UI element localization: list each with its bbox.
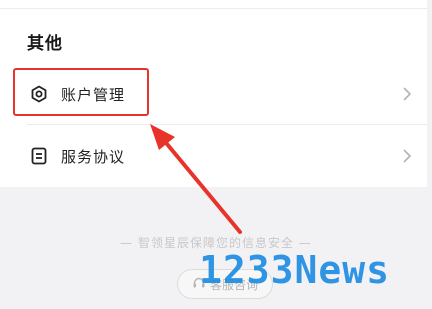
account-management-label: 账户管理 <box>61 85 126 104</box>
watermark: 1233News <box>199 248 391 292</box>
service-agreement-item[interactable]: 服务协议 <box>0 126 427 186</box>
settings-screen: 其他 账户管理 服务协议 — 智领星辰保障您的信息安全 — 客服咨询 1233N… <box>0 0 432 309</box>
row-divider <box>27 124 427 125</box>
hexagon-settings-icon <box>29 84 49 104</box>
service-agreement-label: 服务协议 <box>61 147 126 166</box>
account-management-item[interactable]: 账户管理 <box>0 64 427 124</box>
chevron-right-icon <box>401 86 413 102</box>
chevron-right-icon <box>401 148 413 164</box>
settings-card: 其他 账户管理 服务协议 <box>0 0 427 187</box>
document-icon <box>29 146 49 166</box>
section-title: 其他 <box>27 34 63 54</box>
previous-card-edge <box>0 0 427 9</box>
